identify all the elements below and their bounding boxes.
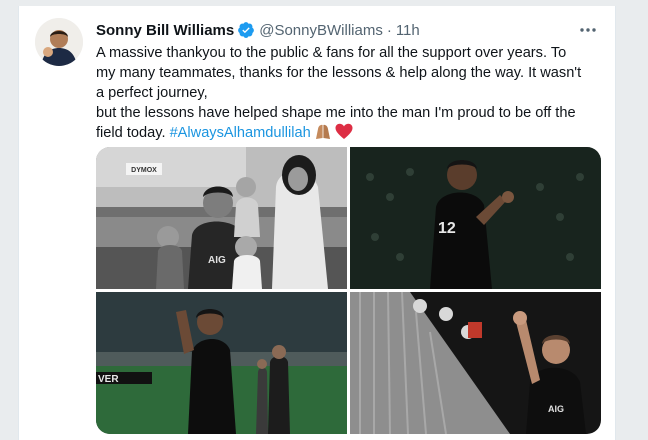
timestamp[interactable]: 11h (396, 22, 420, 39)
photo-player-fans[interactable]: AIG (350, 292, 601, 434)
tweet-text-last-line: field today. #AlwaysAlhamdullilah (96, 123, 601, 146)
more-options-icon[interactable] (577, 20, 599, 40)
red-heart-emoji (335, 123, 353, 146)
tweet-text-line: my many teammates, thanks for the lesson… (96, 65, 582, 81)
media-grid: DYMOX AIG 12 VER AIG (96, 147, 601, 434)
photo-player-stadium[interactable]: VER (96, 292, 347, 434)
stadium-banner: VER (98, 374, 119, 385)
tweet-text-line: A massive thankyou to the public & fans … (96, 45, 567, 61)
verified-badge-icon (237, 21, 255, 39)
tweet-text-line: field today. (96, 125, 166, 141)
folded-hands-emoji (314, 123, 332, 146)
tweet-header: Sonny Bill Williams @SonnyBWilliams · 11… (96, 20, 420, 40)
tweet-card[interactable]: Sonny Bill Williams @SonnyBWilliams · 11… (18, 6, 616, 440)
tweet-text-line: but the lessons have helped shape me int… (96, 105, 576, 121)
tweet-text-line: a perfect journey, (96, 85, 208, 101)
stadium-sign: DYMOX (131, 167, 157, 174)
tweet-text: A massive thankyou to the public & fans … (96, 43, 601, 146)
author-name[interactable]: Sonny Bill Williams (96, 22, 234, 39)
separator-dot: · (386, 21, 392, 39)
jersey-number: 12 (438, 220, 456, 237)
jersey-sponsor: AIG (548, 404, 564, 414)
jersey-sponsor: AIG (208, 255, 226, 266)
author-handle[interactable]: @SonnyBWilliams (259, 22, 383, 39)
hashtag-link[interactable]: #AlwaysAlhamdullilah (170, 125, 311, 141)
photo-player-night[interactable]: 12 (350, 147, 601, 289)
avatar[interactable] (35, 18, 83, 66)
photo-family-stadium[interactable]: DYMOX AIG (96, 147, 347, 289)
